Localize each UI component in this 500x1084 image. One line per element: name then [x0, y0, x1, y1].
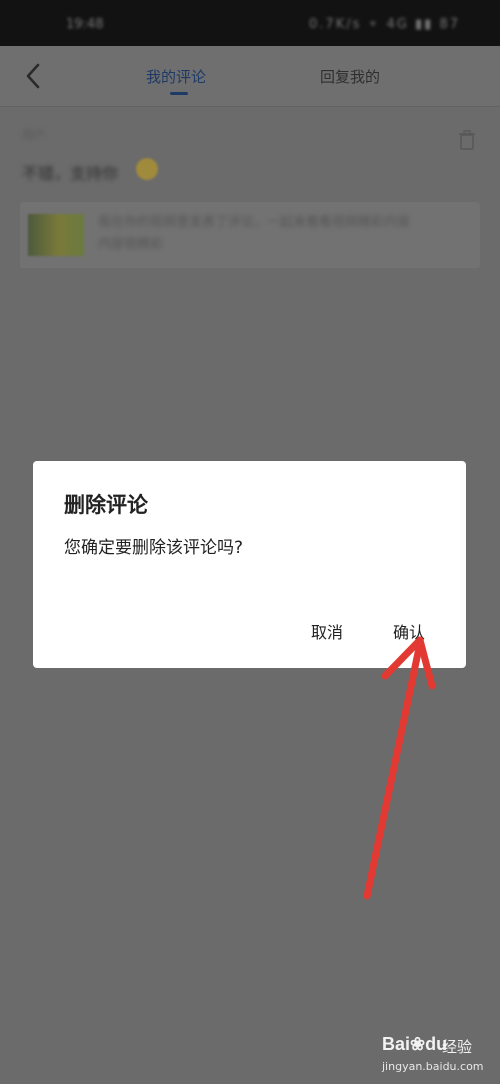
comment-item: 用户 不错，支持你 我在你的视频里发表了评论，一起来看看视频精彩内容 内容很精彩	[0, 118, 500, 278]
status-bar: 19:48 0.7K/s ⚬ 4G ▮▮ 87	[0, 0, 500, 46]
linked-video-card[interactable]: 我在你的视频里发表了评论，一起来看看视频精彩内容 内容很精彩	[20, 202, 480, 268]
header-divider	[0, 106, 500, 107]
delete-comment-dialog: 删除评论 您确定要删除该评论吗? 取消 确认	[33, 461, 466, 668]
watermark-logo-text: Bai	[382, 1034, 411, 1054]
tab-replies-to-me[interactable]: 回复我的	[320, 66, 380, 87]
comment-user: 用户	[22, 128, 47, 142]
paw-icon: ❀	[410, 1034, 426, 1054]
watermark-name: 经验	[442, 1038, 473, 1056]
confirm-button[interactable]: 确认	[393, 619, 425, 643]
back-arrow-icon[interactable]	[18, 61, 48, 91]
watermark-logo: Bai❀du	[382, 1034, 447, 1055]
video-description-line2: 内容很精彩	[98, 237, 164, 252]
top-bar: 我的评论 回复我的	[0, 46, 500, 106]
comment-text: 不错，支持你	[22, 164, 119, 183]
video-description-line1: 我在你的视频里发表了评论，一起来看看视频精彩内容	[98, 215, 411, 230]
video-description: 我在你的视频里发表了评论，一起来看看视频精彩内容 内容很精彩	[98, 212, 468, 256]
status-icons: 0.7K/s ⚬ 4G ▮▮ 87	[309, 17, 460, 32]
baidu-jingyan-watermark: Bai❀du 经验 jingyan.baidu.com	[382, 1028, 492, 1078]
cancel-button[interactable]: 取消	[311, 619, 343, 643]
active-tab-indicator	[170, 92, 188, 95]
dialog-message: 您确定要删除该评论吗?	[64, 538, 244, 558]
status-time: 19:48	[66, 17, 104, 32]
emoji-icon	[136, 158, 158, 180]
dialog-title: 删除评论	[64, 493, 148, 517]
watermark-url: jingyan.baidu.com	[382, 1060, 484, 1073]
trash-icon[interactable]	[458, 130, 476, 150]
video-thumbnail	[28, 214, 84, 256]
tab-my-comments[interactable]: 我的评论	[146, 66, 206, 87]
